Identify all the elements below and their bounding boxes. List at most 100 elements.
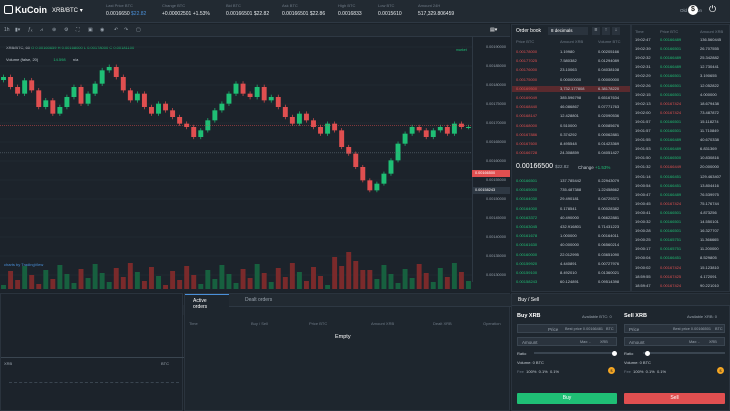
screenshot-icon[interactable]: ▣: [88, 27, 93, 33]
bid-row[interactable]: 0.00159920 4.440891 0.00727976: [512, 261, 630, 267]
price: 0.00168147: [516, 113, 538, 119]
stat-amount-24h: Amount 24H 517,329.806459: [418, 3, 455, 17]
buy-price-field[interactable]: Price Best price 0.00166481 BTC: [517, 324, 617, 333]
bid-row[interactable]: 0.00165000 735.487388 1.22458662: [512, 187, 630, 193]
volume-bar: [346, 252, 352, 289]
tab-dealt-orders[interactable]: Dealt orders: [233, 294, 284, 307]
sell-amount-field[interactable]: Amount Max: - XRB: [624, 337, 725, 346]
undo-icon[interactable]: ↶: [114, 27, 118, 33]
candle-body: [268, 97, 274, 101]
power-icon[interactable]: ⏻: [709, 4, 716, 15]
camera-icon[interactable]: ◉: [100, 27, 104, 33]
ask-row[interactable]: 0.00168000 0.510000 0.00085676: [512, 123, 630, 129]
price: 0.00166501: [660, 46, 682, 52]
price: 0.00166501: [660, 73, 682, 79]
draw-toolbox-icon[interactable]: ▢: [136, 27, 141, 33]
candle-style-icon[interactable]: ▮▾: [15, 27, 20, 33]
stat-ask: Ask BTC 0.00166501 $22.86: [282, 3, 326, 17]
bid-row[interactable]: 0.00163045 432.916801 0.71431223: [512, 224, 630, 230]
ask-row[interactable]: 0.00178000 1.19980 0.00205166: [512, 49, 630, 55]
buy-ratio-knob[interactable]: [612, 350, 617, 356]
price: 0.00160000: [516, 251, 538, 257]
ask-row[interactable]: 0.00169500 3,732.177808 6.38178220: [512, 85, 630, 93]
sell-volume: Volume: 0 BTC: [624, 360, 651, 365]
volume-bar: [409, 278, 415, 289]
sell-best-price-link[interactable]: Best price 0.00166501: [673, 327, 711, 331]
ask-row[interactable]: 0.00175000 0.00000000 0.00000000: [512, 77, 630, 83]
bid-row[interactable]: 0.00161678 1.000000 0.00164011: [512, 233, 630, 239]
bid-row[interactable]: 0.00164030 29.490181 0.04729371: [512, 196, 630, 202]
book-bids-icon[interactable]: ↓: [612, 27, 620, 35]
amount: 73.487872: [700, 109, 719, 115]
time: 19:00:17: [635, 246, 651, 252]
sell-button[interactable]: Sell: [624, 393, 725, 404]
bid-row[interactable]: 0.00160000 22.012995 0.03651090: [512, 252, 630, 258]
bid-row[interactable]: 0.00164000 0.178541 0.00028382: [512, 206, 630, 212]
volume-bar: [318, 276, 324, 289]
amount: 8.529805: [700, 255, 717, 261]
price: 0.00167424: [660, 100, 682, 106]
ask-row[interactable]: 0.00167600 8.495548 0.01423369: [512, 141, 630, 147]
price: 0.00176000: [516, 67, 538, 73]
sell-price-field[interactable]: Price Best price 0.00166501 BTC: [624, 324, 725, 333]
candle-body: [127, 90, 133, 101]
ask-row[interactable]: 0.00167886 0.374292 0.00062881: [512, 132, 630, 138]
ask-row[interactable]: 0.00176000 23.10063 0.04038108: [512, 67, 630, 73]
kucoin-logo[interactable]: KuCoin: [4, 5, 47, 15]
bid-row[interactable]: 0.00159100 8.492010 0.01360021: [512, 270, 630, 276]
bid-row[interactable]: 0.00163372 40.490000 0.06622881: [512, 215, 630, 221]
amount: 15.118274: [700, 118, 719, 124]
indicator-icon[interactable]: ƒₓ: [28, 27, 32, 33]
ask-row[interactable]: 0.00168440 46.086867 0.07771763: [512, 104, 630, 110]
book-both-icon[interactable]: ≡: [592, 27, 600, 35]
time: 19:00:04: [635, 255, 651, 261]
compare-icon[interactable]: ⊕: [52, 27, 56, 33]
bid-row[interactable]: 0.00158243 60.124891 0.09514398: [512, 279, 630, 285]
kcs-fee-icon[interactable]: $: [608, 367, 615, 374]
ask-row[interactable]: 0.00166728 24.308859 0.04051427: [512, 150, 630, 156]
interval-select[interactable]: 1h: [4, 27, 10, 33]
ask-row[interactable]: 0.00177025 7.580382 0.01294089: [512, 58, 630, 64]
decimals-select[interactable]: 8 decimals: [548, 27, 588, 35]
candle-body: [156, 103, 161, 114]
sell-ratio-slider[interactable]: [643, 350, 725, 356]
layout-icon[interactable]: ▤▾: [490, 27, 497, 33]
buy-button[interactable]: Buy: [517, 393, 617, 404]
book-asks-icon[interactable]: ↑: [602, 27, 610, 35]
amount: 0.00000000: [560, 76, 582, 82]
volume: 0.01360021: [598, 270, 620, 275]
buy-ratio-slider[interactable]: [534, 350, 617, 356]
bid-row[interactable]: 0.00161630 40.000000 0.06560214: [512, 242, 630, 248]
ask-row[interactable]: 0.00168147 12.428801 0.02090536: [512, 113, 630, 119]
tab-active-orders[interactable]: Active orders: [185, 294, 229, 310]
amount: 385.596798: [560, 95, 582, 100]
candle-body: [134, 93, 140, 101]
kcs-fee-icon[interactable]: $: [717, 367, 724, 374]
time: 19:02:39: [635, 46, 651, 52]
price: 0.00165751: [660, 246, 682, 252]
candle-body: [50, 100, 56, 114]
price-tick: 0.00175000: [485, 102, 506, 106]
redo-icon[interactable]: ↷: [124, 27, 128, 33]
pair-selector[interactable]: XRB/BTC ▾: [52, 7, 83, 14]
fullscreen-icon[interactable]: ⛶: [76, 27, 80, 33]
candle-body: [466, 127, 471, 128]
buy-best-price-link[interactable]: Best price 0.00166481: [565, 327, 603, 331]
amount: 40.490000: [560, 214, 579, 220]
price-chart[interactable]: 1h ▮▾ ƒₓ ⩘ ⊕ ⚙ ⛶ ▣ ◉ ↶ ↷ ▢ ▤▾ XRB/BTC, 6…: [0, 24, 510, 315]
candle-body: [92, 83, 98, 94]
sell-ratio-knob[interactable]: [645, 350, 650, 356]
price: 0.00166451: [660, 182, 682, 188]
amount: 40.000000: [560, 242, 579, 248]
currency-icon[interactable]: $: [688, 5, 698, 15]
tab-buy-sell[interactable]: Buy / Sell: [518, 297, 539, 303]
candle-body: [339, 130, 345, 147]
candle-body: [325, 123, 331, 134]
chart-type-icon[interactable]: ⩘: [40, 27, 43, 33]
volume-bar: [191, 275, 197, 289]
bid-row[interactable]: 0.00166501 137.785442 0.22943079: [512, 178, 630, 184]
settings-icon[interactable]: ⚙: [64, 27, 68, 33]
buy-amount-field[interactable]: Amount Max: - XRB: [517, 337, 617, 346]
ask-row[interactable]: 0.00169049 385.596798 0.65167634: [512, 95, 630, 101]
tradingview-watermark[interactable]: charts by TradingView: [4, 262, 43, 267]
